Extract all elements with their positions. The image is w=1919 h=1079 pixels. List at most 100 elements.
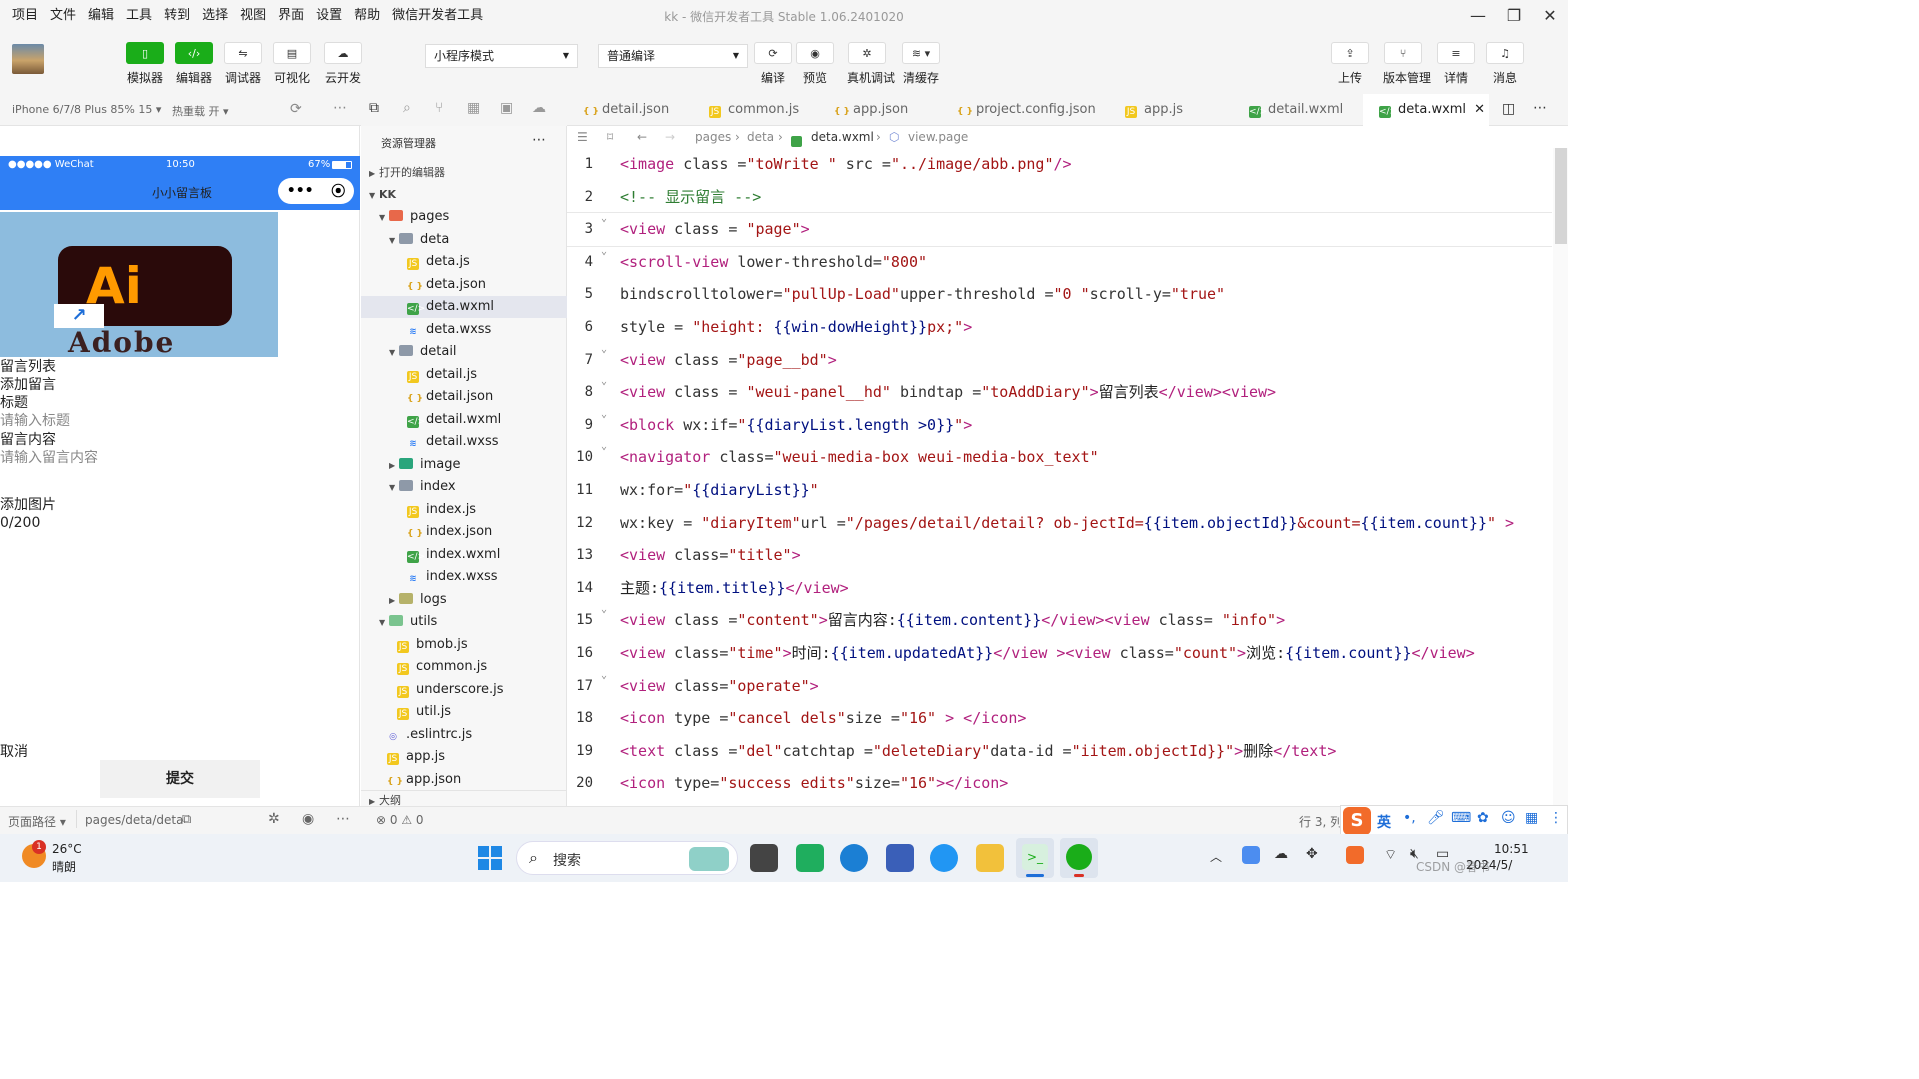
toolbar-button-模拟器[interactable]: ▯ 模拟器 <box>125 42 165 86</box>
tree-file[interactable]: </>index.wxml <box>361 544 500 566</box>
tree-folder[interactable]: ▼ deta <box>361 229 449 251</box>
punctuation-icon[interactable]: •, <box>1403 810 1416 826</box>
copy-icon[interactable]: ⧉ <box>182 812 191 827</box>
tray-expand-icon[interactable]: ︿ <box>1210 848 1222 865</box>
bug-icon[interactable]: ✲ <box>268 811 280 827</box>
split-editor-icon[interactable]: ◫ <box>1502 101 1515 117</box>
tree-file[interactable]: ◎ .eslintrc.js <box>361 724 472 746</box>
onedrive-icon[interactable]: ☁ <box>1274 846 1288 862</box>
tree-file[interactable]: JS util.js <box>361 701 451 723</box>
maximize-button[interactable]: ❐ <box>1500 4 1528 28</box>
file-explorer-icon[interactable] <box>976 844 1004 872</box>
toolbar-button-调试器[interactable]: ⇋ 调试器 <box>223 42 263 86</box>
tree-file[interactable]: JS app.js <box>361 746 445 768</box>
files-icon[interactable]: ⧉ <box>369 100 379 116</box>
cloud-icon[interactable]: ☁ <box>532 100 546 116</box>
close-button[interactable]: ✕ <box>1536 4 1564 28</box>
tree-folder[interactable]: ▼ pages <box>361 206 449 228</box>
code-line[interactable]: 12 wx:key = "diaryItem"url ="/pages/detai… <box>567 507 1552 540</box>
tree-folder[interactable]: ▼ index <box>361 476 456 498</box>
refresh-icon[interactable]: ⟳ <box>290 101 302 117</box>
code-line[interactable]: 19 <text class ="del"catchtap ="deleteDia… <box>567 735 1552 768</box>
mode-select[interactable]: 小程序模式 ▼ <box>425 44 578 68</box>
input-placeholder[interactable]: 请输入留言内容 <box>0 449 98 467</box>
code-line[interactable]: 1 <image class ="toWrite " src ="../image… <box>567 148 1552 181</box>
task-view-icon[interactable] <box>750 844 778 872</box>
editor-tab[interactable]: </>detail.wxml <box>1233 94 1363 126</box>
toolbar-button-详情[interactable]: ≡ 详情 <box>1436 42 1476 86</box>
toolbar-button-版本管理[interactable]: ⑂ 版本管理 <box>1383 42 1431 86</box>
tree-file[interactable]: JS underscore.js <box>361 679 504 701</box>
tree-file[interactable]: ≋ index.wxss <box>361 566 497 588</box>
tree-file[interactable]: ≋ detail.wxss <box>361 431 498 453</box>
fold-chevron-icon[interactable]: ⌄ <box>601 334 607 367</box>
fold-chevron-icon[interactable]: ⌄ <box>601 431 607 464</box>
grid-icon[interactable]: ▦ <box>1525 810 1538 826</box>
tree-file[interactable]: JS index.js <box>361 499 476 521</box>
ime-lang[interactable]: 英 <box>1377 812 1391 832</box>
tree-folder[interactable]: ▶ logs <box>361 589 447 611</box>
tree-file[interactable]: JS deta.js <box>361 251 470 273</box>
skin-icon[interactable]: ✿ <box>1477 810 1489 826</box>
forward-icon[interactable]: → <box>665 126 675 148</box>
minimize-button[interactable]: — <box>1464 4 1492 28</box>
code-line[interactable]: 16 <view class="time">时间:{{item.updatedAt… <box>567 637 1552 670</box>
code-line[interactable]: 8 ⌄ <view class = "weui-panel__hd" bindtap… <box>567 376 1552 409</box>
ie-icon[interactable] <box>930 844 958 872</box>
open-editors-section[interactable]: ▶ 打开的编辑器 <box>361 162 567 184</box>
capsule-menu[interactable]: ••• ⦿ <box>278 178 354 204</box>
toolbar-button-预览[interactable]: ◉ 预览 <box>795 42 835 86</box>
tree-file[interactable]: { } detail.json <box>361 386 493 408</box>
close-tab-icon[interactable]: ✕ <box>1470 102 1485 117</box>
tree-file[interactable]: </>deta.wxml <box>361 296 567 318</box>
git-icon[interactable]: ⑂ <box>435 100 443 116</box>
code-line[interactable]: 15 ⌄ <view class ="content">留言内容:{{item.co… <box>567 604 1552 637</box>
clock-time[interactable]: 10:51 <box>1494 842 1529 856</box>
eye-icon[interactable]: ◉ <box>302 811 314 827</box>
code-line[interactable]: 13 <view class="title"> <box>567 539 1552 572</box>
add-image-label[interactable]: 添加图片 <box>0 496 56 514</box>
editor-tab[interactable]: { } detail.json <box>567 94 693 126</box>
tree-file[interactable]: ≋ deta.wxss <box>361 319 491 341</box>
breadcrumb-item-1[interactable]: deta <box>747 126 774 148</box>
code-line[interactable]: 9 ⌄ <block wx:if="{{diaryList.length >0}}"… <box>567 409 1552 442</box>
hotreload-toggle[interactable]: 热重载 开 ▾ <box>172 103 229 119</box>
toolbar-button-可视化[interactable]: ▤ 可视化 <box>272 42 312 86</box>
input-placeholder[interactable]: 请输入标题 <box>0 412 70 430</box>
fold-chevron-icon[interactable]: ⌄ <box>601 594 607 627</box>
tree-file[interactable]: JS common.js <box>361 656 487 678</box>
tree-folder[interactable]: ▼ detail <box>361 341 457 363</box>
more-icon[interactable]: ⋮ <box>1549 810 1563 826</box>
toolbar-button-编译[interactable]: ⟳ 编译 <box>753 42 793 86</box>
tree-folder[interactable]: ▶ image <box>361 454 461 476</box>
toolbar-button-云开发[interactable]: ☁ 云开发 <box>323 42 363 86</box>
code-line[interactable]: 2 <!-- 显示留言 --> <box>567 181 1552 214</box>
breadcrumb-item-2[interactable]: deta.wxml <box>811 126 874 148</box>
avatar[interactable] <box>12 44 44 74</box>
close-circle-icon[interactable]: ⦿ <box>331 181 345 201</box>
weather-temp[interactable]: 26°C <box>52 842 82 856</box>
tree-file[interactable]: </>detail.wxml <box>361 409 501 431</box>
tree-file[interactable]: JS detail.js <box>361 364 477 386</box>
toolbar-button-编辑器[interactable]: ‹/› 编辑器 <box>174 42 214 86</box>
wechat-task[interactable] <box>1060 838 1098 878</box>
code-line[interactable]: 20 <icon type="success edits"size="16"></… <box>567 767 1552 800</box>
tree-file[interactable]: JS bmob.js <box>361 634 468 656</box>
toolbar-button-上传[interactable]: ⇪ 上传 <box>1330 42 1370 86</box>
tree-file[interactable]: { } deta.json <box>361 274 486 296</box>
code-line[interactable]: 18 <icon type ="cancel dels"size ="16" > … <box>567 702 1552 735</box>
breadcrumb-item-3[interactable]: view.page <box>908 126 968 148</box>
toolbox-icon[interactable]: ☺ <box>1501 810 1516 826</box>
editor-scrollbar[interactable] <box>1553 148 1568 806</box>
search-icon[interactable]: ⌕ <box>403 100 411 116</box>
extensions-icon[interactable]: ▣ <box>500 100 513 116</box>
tray-app-icon[interactable] <box>1242 846 1260 864</box>
editor-tab[interactable]: JS app.js <box>1109 94 1233 126</box>
start-icon[interactable] <box>478 846 502 870</box>
cursor-position[interactable]: 行 3, 列 <box>1299 813 1342 830</box>
mic-icon[interactable]: 🎤︎ <box>1427 810 1445 826</box>
device-select[interactable]: iPhone 6/7/8 Plus 85% 15 ▾ <box>12 103 161 116</box>
toolbar-button-清缓存[interactable]: ≋ ▾ 清缓存 <box>901 42 941 86</box>
fold-chevron-icon[interactable]: ⌄ <box>601 236 607 269</box>
editor-tab[interactable]: JS common.js <box>693 94 818 126</box>
